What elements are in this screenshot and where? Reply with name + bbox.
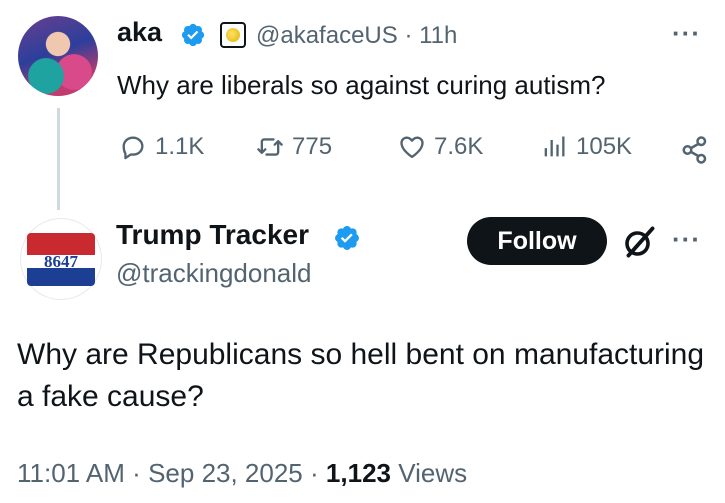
like-button[interactable]: 7.6K: [398, 133, 483, 161]
view-count: 105K: [576, 133, 633, 160]
timestamp[interactable]: 11h: [419, 22, 457, 49]
separator: ·: [404, 22, 413, 49]
grok-icon[interactable]: [621, 224, 657, 260]
like-icon: [400, 136, 424, 159]
views-count: 1,123: [325, 458, 391, 488]
handle-and-time: @akafaceUS · 11h: [256, 22, 457, 50]
reply-button[interactable]: 1.1K: [119, 133, 204, 161]
repost-icon: [257, 138, 283, 156]
views-icon: [544, 136, 565, 157]
avatar-label: 8647: [44, 252, 78, 271]
avatar[interactable]: 8647: [20, 218, 102, 300]
more-icon[interactable]: ···: [672, 224, 701, 255]
follow-button[interactable]: Follow: [467, 217, 607, 265]
repost-count: 775: [292, 133, 333, 160]
display-name[interactable]: aka: [117, 17, 162, 48]
tweet-time[interactable]: 11:01 AM: [17, 458, 125, 488]
verified-badge-icon: [335, 226, 359, 250]
separator: ·: [132, 458, 141, 488]
handle[interactable]: @akafaceUS: [256, 22, 398, 49]
share-icon[interactable]: [680, 135, 710, 165]
reply-icon: [122, 136, 144, 160]
avatar[interactable]: [18, 16, 98, 96]
handle[interactable]: @trackingdonald: [116, 258, 312, 289]
display-name[interactable]: Trump Tracker: [116, 219, 309, 251]
views-button[interactable]: 105K: [540, 133, 632, 161]
affiliate-badge-icon: [220, 22, 246, 48]
like-count: 7.6K: [434, 133, 484, 160]
separator: ·: [310, 458, 319, 488]
views-label: Views: [398, 458, 468, 488]
repost-button[interactable]: 775: [256, 133, 332, 161]
thread-line: [57, 108, 60, 210]
tweet-date[interactable]: Sep 23, 2025: [148, 458, 303, 488]
reply-count: 1.1K: [155, 133, 205, 160]
tweet-meta: 11:01 AM · Sep 23, 2025 · 1,123 Views: [17, 458, 467, 489]
verified-badge-icon: [181, 23, 205, 47]
tweet-text: Why are liberals so against curing autis…: [117, 70, 606, 100]
tweet-text: Why are Republicans so hell bent on manu…: [17, 338, 705, 413]
more-icon[interactable]: ···: [672, 18, 701, 49]
